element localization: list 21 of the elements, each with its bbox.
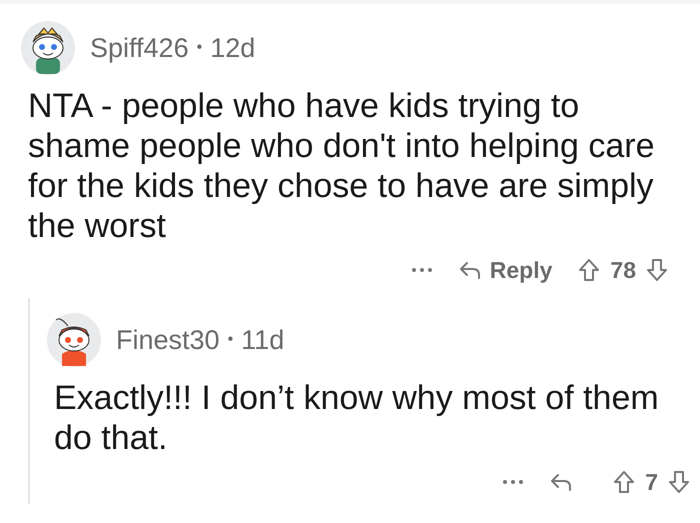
avatar-drawing bbox=[20, 20, 76, 76]
comment-age: 12d bbox=[210, 32, 256, 64]
more-icon[interactable] bbox=[503, 480, 524, 484]
comment-text: Exactly!!! I don’t know why most of them do that. bbox=[54, 378, 660, 458]
downvote-icon[interactable] bbox=[668, 470, 690, 494]
separator-dot: • bbox=[228, 331, 234, 349]
comment-age: 11d bbox=[241, 324, 284, 356]
vote-count: 7 bbox=[645, 468, 658, 496]
separator-dot: • bbox=[196, 39, 202, 57]
upvote-icon[interactable] bbox=[613, 470, 636, 494]
comment-text: NTA - people who have kids trying to shame people who don't into helping care for the kids they chose to have are simply the worst bbox=[28, 86, 656, 246]
reply-icon bbox=[458, 260, 482, 280]
avatar-drawing bbox=[46, 312, 102, 368]
upvote-icon[interactable] bbox=[578, 258, 600, 282]
more-icon[interactable] bbox=[412, 268, 432, 272]
vote-count: 78 bbox=[610, 256, 636, 284]
reply-icon[interactable] bbox=[549, 472, 574, 492]
reply-button[interactable]: Reply bbox=[458, 256, 552, 284]
username[interactable]: Finest30 bbox=[116, 324, 220, 356]
downvote-icon[interactable] bbox=[646, 258, 668, 282]
username[interactable]: Spiff426 bbox=[90, 32, 189, 64]
